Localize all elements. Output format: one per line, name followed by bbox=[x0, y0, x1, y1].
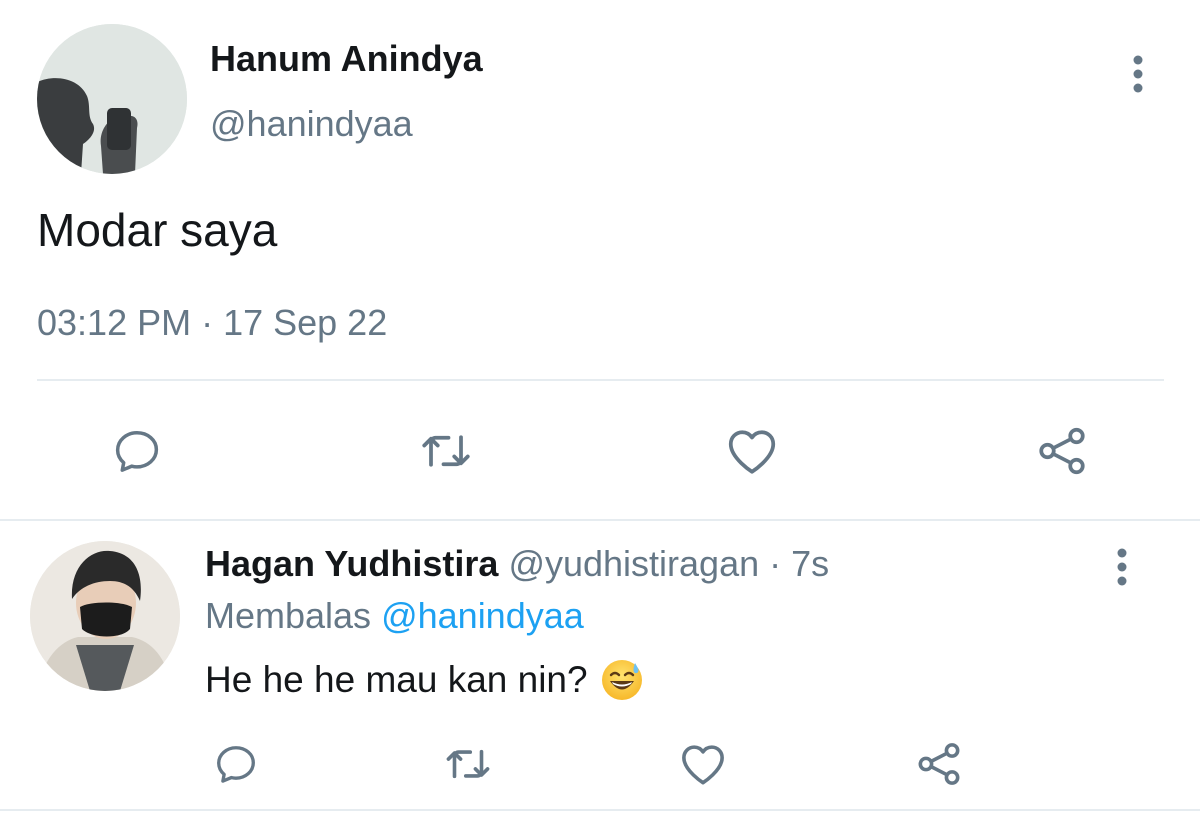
author-handle[interactable]: @yudhistiragan bbox=[508, 543, 759, 584]
like-icon bbox=[682, 745, 724, 785]
author-handle[interactable]: @hanindyaa bbox=[210, 103, 413, 145]
reply-button[interactable] bbox=[206, 734, 266, 794]
share-icon bbox=[1039, 427, 1085, 475]
author-meta: @yudhistiragan · 7s bbox=[508, 543, 829, 584]
more-vertical-icon bbox=[1133, 55, 1143, 93]
reply-icon bbox=[115, 431, 159, 472]
retweet-icon bbox=[446, 749, 490, 779]
more-options-button[interactable] bbox=[1118, 52, 1158, 96]
masked-person-avatar bbox=[30, 541, 180, 691]
replying-to: Membalas @hanindyaa bbox=[205, 595, 584, 637]
retweet-button[interactable] bbox=[438, 734, 498, 794]
silhouette-selfie-avatar bbox=[37, 24, 187, 174]
share-button[interactable] bbox=[1032, 421, 1092, 481]
reply-icon bbox=[217, 746, 255, 783]
grinning-sweat-emoji-icon bbox=[600, 658, 644, 702]
avatar[interactable] bbox=[30, 541, 180, 691]
like-icon bbox=[728, 430, 776, 474]
divider bbox=[37, 379, 1164, 381]
like-button[interactable] bbox=[673, 734, 733, 794]
more-vertical-icon bbox=[1117, 548, 1127, 586]
author-name[interactable]: Hanum Anindya bbox=[210, 38, 483, 80]
share-button[interactable] bbox=[909, 734, 969, 794]
divider bbox=[0, 809, 1200, 811]
tweet-age[interactable]: 7s bbox=[791, 543, 829, 584]
avatar[interactable] bbox=[37, 24, 187, 174]
retweet-icon bbox=[422, 435, 470, 467]
tweet-text: Modar saya bbox=[37, 204, 278, 256]
reply-button[interactable] bbox=[107, 421, 167, 481]
section-divider bbox=[0, 519, 1200, 521]
reply-header: Hagan Yudhistira @yudhistiragan · 7s bbox=[205, 543, 829, 585]
author-name[interactable]: Hagan Yudhistira bbox=[205, 543, 498, 584]
tweet-timestamp[interactable]: 03:12 PM · 17 Sep 22 bbox=[37, 302, 387, 344]
meta-separator: · bbox=[759, 543, 792, 584]
like-button[interactable] bbox=[722, 421, 782, 481]
tweet-text: He he he mau kan nin? bbox=[205, 659, 588, 700]
reply-text-row: He he he mau kan nin? bbox=[205, 658, 644, 702]
retweet-button[interactable] bbox=[416, 421, 476, 481]
replying-to-label: Membalas bbox=[205, 595, 372, 636]
replying-to-handle[interactable]: @hanindyaa bbox=[381, 595, 584, 636]
more-options-button[interactable] bbox=[1102, 545, 1142, 589]
share-icon bbox=[918, 743, 960, 785]
